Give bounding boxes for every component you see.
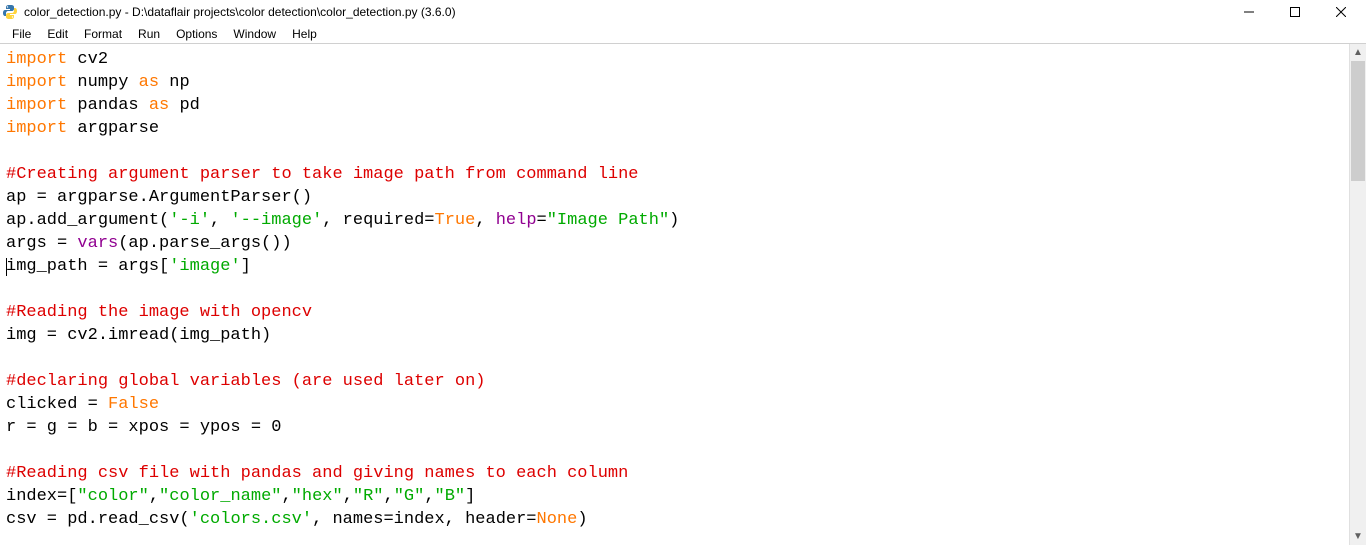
code-token: help (496, 211, 537, 230)
window-controls (1226, 0, 1364, 24)
code-token: "color" (77, 487, 148, 506)
code-token: #declaring global variables (are used la… (6, 372, 485, 391)
code-token: ) (669, 211, 679, 230)
code-token: '--image' (230, 211, 322, 230)
menu-edit[interactable]: Edit (39, 25, 76, 43)
menu-bar: FileEditFormatRunOptionsWindowHelp (0, 24, 1366, 44)
code-line: import numpy as np (6, 71, 1343, 94)
vertical-scrollbar[interactable]: ▲ ▼ (1349, 44, 1366, 545)
code-token: "G" (394, 487, 425, 506)
close-button[interactable] (1318, 0, 1364, 24)
code-line: ap.add_argument('-i', '--image', require… (6, 209, 1343, 232)
code-token: 'image' (169, 257, 240, 276)
code-token: img_path = args[ (6, 257, 169, 276)
scroll-down-arrow[interactable]: ▼ (1350, 528, 1366, 545)
code-token: np (159, 73, 190, 92)
code-token: True (435, 211, 476, 230)
code-token: import (6, 96, 67, 115)
code-token: , (343, 487, 353, 506)
code-line: img = cv2.imread(img_path) (6, 324, 1343, 347)
code-token: ap.add_argument( (6, 211, 169, 230)
code-line: import pandas as pd (6, 94, 1343, 117)
code-token: , (281, 487, 291, 506)
code-token: = (537, 211, 547, 230)
menu-file[interactable]: File (4, 25, 39, 43)
code-token: ) (577, 510, 587, 529)
code-token: False (108, 395, 159, 414)
code-token: vars (77, 234, 118, 253)
code-token: clicked = (6, 395, 108, 414)
minimize-button[interactable] (1226, 0, 1272, 24)
code-line: #declaring global variables (are used la… (6, 370, 1343, 393)
scrollbar-thumb[interactable] (1351, 61, 1365, 181)
code-line: index=["color","color_name","hex","R","G… (6, 485, 1343, 508)
scroll-up-arrow[interactable]: ▲ (1350, 44, 1366, 61)
title-bar: color_detection.py - D:\dataflair projec… (0, 0, 1366, 24)
code-line: csv = pd.read_csv('colors.csv', names=in… (6, 508, 1343, 531)
code-line (6, 347, 1343, 370)
code-token: args = (6, 234, 77, 253)
code-token: None (537, 510, 578, 529)
code-token: , (149, 487, 159, 506)
code-line: clicked = False (6, 393, 1343, 416)
code-token: '-i' (169, 211, 210, 230)
code-line: #Reading the image with opencv (6, 301, 1343, 324)
code-token: import (6, 119, 67, 138)
code-token: , (475, 211, 495, 230)
code-token: 'colors.csv' (190, 510, 312, 529)
menu-help[interactable]: Help (284, 25, 325, 43)
code-token: ap = argparse.ArgumentParser() (6, 188, 312, 207)
code-token: numpy (67, 73, 138, 92)
code-token: cv2 (67, 50, 108, 69)
code-line: img_path = args['image'] (6, 255, 1343, 278)
code-line (6, 439, 1343, 462)
code-token: , names=index, header= (312, 510, 536, 529)
code-token: "hex" (292, 487, 343, 506)
maximize-button[interactable] (1272, 0, 1318, 24)
code-token: #Reading the image with opencv (6, 303, 312, 322)
code-line: import argparse (6, 117, 1343, 140)
code-line: #Reading csv file with pandas and giving… (6, 462, 1343, 485)
code-token: import (6, 73, 67, 92)
code-token: , (210, 211, 230, 230)
menu-window[interactable]: Window (225, 25, 284, 43)
menu-run[interactable]: Run (130, 25, 168, 43)
code-token: argparse (67, 119, 159, 138)
code-token: "R" (353, 487, 384, 506)
code-line: r = g = b = xpos = ypos = 0 (6, 416, 1343, 439)
code-token: pandas (67, 96, 149, 115)
code-line (6, 278, 1343, 301)
code-token: #Reading csv file with pandas and giving… (6, 464, 628, 483)
code-token: "color_name" (159, 487, 281, 506)
code-token: ] (465, 487, 475, 506)
code-line (6, 140, 1343, 163)
code-token: ] (241, 257, 251, 276)
menu-format[interactable]: Format (76, 25, 130, 43)
code-token: csv = pd.read_csv( (6, 510, 190, 529)
code-token: index=[ (6, 487, 77, 506)
window-title: color_detection.py - D:\dataflair projec… (24, 5, 456, 19)
code-token: "Image Path" (547, 211, 669, 230)
code-token: , (424, 487, 434, 506)
code-token: "B" (435, 487, 466, 506)
editor-area: import cv2import numpy as npimport panda… (0, 44, 1366, 545)
code-line: ap = argparse.ArgumentParser() (6, 186, 1343, 209)
code-line: args = vars(ap.parse_args()) (6, 232, 1343, 255)
code-token: , (384, 487, 394, 506)
code-editor[interactable]: import cv2import numpy as npimport panda… (0, 44, 1349, 545)
code-line: #Creating argument parser to take image … (6, 163, 1343, 186)
code-token: pd (169, 96, 200, 115)
python-idle-icon (2, 4, 18, 20)
code-token: #Creating argument parser to take image … (6, 165, 639, 184)
code-token: img = cv2.imread(img_path) (6, 326, 271, 345)
code-token: , required= (322, 211, 434, 230)
menu-options[interactable]: Options (168, 25, 225, 43)
code-token: r = g = b = xpos = ypos = 0 (6, 418, 281, 437)
code-token: as (149, 96, 169, 115)
code-line: import cv2 (6, 48, 1343, 71)
code-token: as (139, 73, 159, 92)
code-token: import (6, 50, 67, 69)
code-token: (ap.parse_args()) (118, 234, 291, 253)
